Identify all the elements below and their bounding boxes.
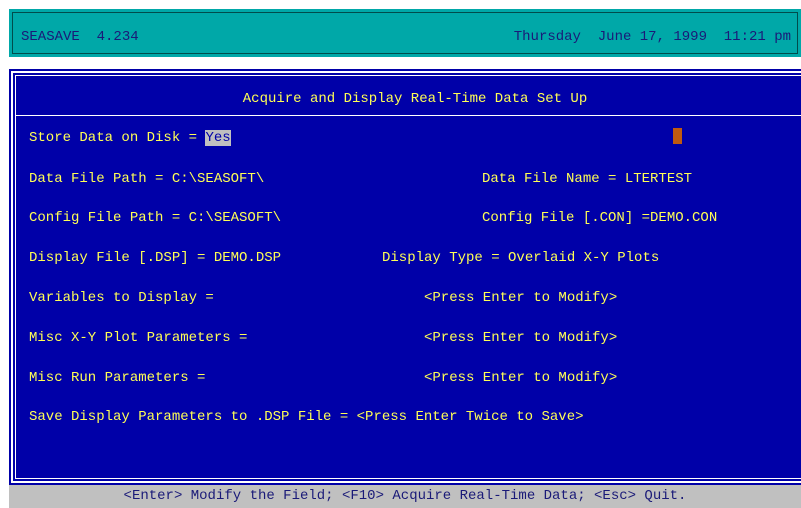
variables-to-display-label: Variables to Display = — [29, 290, 214, 306]
data-file-name-field[interactable]: Data File Name = LTERTEST — [482, 171, 692, 187]
date-time: Thursday June 17, 1999 11:21 pm — [513, 29, 791, 45]
header-divider — [15, 115, 801, 116]
display-file-field[interactable]: Display File [.DSP] = DEMO.DSP — [29, 250, 281, 266]
title-bar: SEASAVE 4.234 Thursday June 17, 1999 11:… — [9, 9, 801, 57]
panel-title: Acquire and Display Real-Time Data Set U… — [242, 91, 588, 107]
store-data-value[interactable]: Yes — [205, 130, 231, 146]
variables-to-display-button[interactable]: <Press Enter to Modify> — [424, 290, 617, 306]
setup-panel: Acquire and Display Real-Time Data Set U… — [9, 69, 801, 485]
config-file-path-field[interactable]: Config File Path = C:\SEASOFT\ — [29, 210, 281, 226]
misc-run-parameters-button[interactable]: <Press Enter to Modify> — [424, 370, 617, 386]
save-display-parameters-field[interactable]: Save Display Parameters to .DSP File = <… — [29, 409, 584, 425]
save-display-label: Save Display Parameters to .DSP File = — [29, 409, 357, 425]
config-file-field[interactable]: Config File [.CON] =DEMO.CON — [482, 210, 717, 226]
separator — [9, 57, 801, 69]
save-display-button[interactable]: <Press Enter Twice to Save> — [357, 409, 584, 425]
data-file-path-field[interactable]: Data File Path = C:\SEASOFT\ — [29, 171, 264, 187]
misc-xy-plot-button[interactable]: <Press Enter to Modify> — [424, 330, 617, 346]
status-bar: <Enter> Modify the Field; <F10> Acquire … — [9, 485, 801, 508]
app-name: SEASAVE 4.234 — [21, 29, 139, 45]
display-type-field[interactable]: Display Type = Overlaid X-Y Plots — [382, 250, 659, 266]
misc-xy-plot-label: Misc X-Y Plot Parameters = — [29, 330, 248, 346]
misc-run-parameters-label: Misc Run Parameters = — [29, 370, 206, 386]
store-data-field[interactable]: Store Data on Disk = Yes — [29, 130, 231, 146]
store-data-label: Store Data on Disk = — [29, 130, 206, 146]
status-help-text: <Enter> Modify the Field; <F10> Acquire … — [123, 488, 687, 504]
text-cursor — [673, 128, 682, 144]
